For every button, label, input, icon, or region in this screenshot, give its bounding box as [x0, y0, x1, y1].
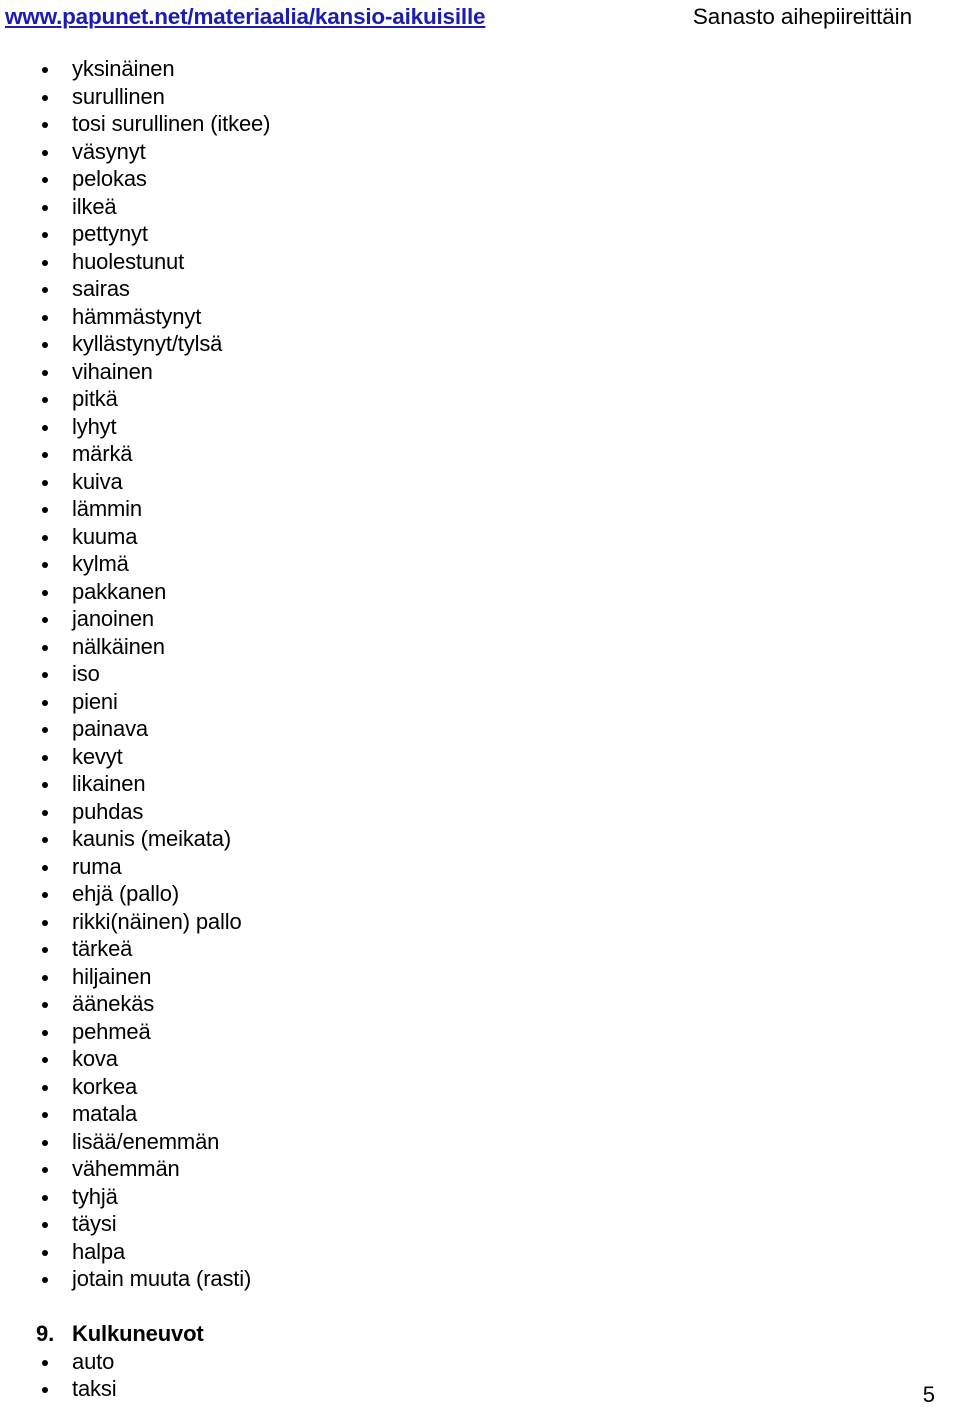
list-item: korkea — [0, 1073, 960, 1101]
list-item: väsynyt — [0, 138, 960, 166]
list-item: vihainen — [0, 358, 960, 386]
document-title: Sanasto aihepiireittäin — [692, 4, 912, 29]
document-content: yksinäinen surullinen tosi surullinen (itk… — [0, 55, 960, 1403]
list-item: pieni — [0, 688, 960, 716]
page-header: www.papunet.net/materiaalia/kansio-aikui… — [0, 0, 960, 42]
list-item: sairas — [0, 275, 960, 303]
list-item: kuiva — [0, 468, 960, 496]
list-item: vähemmän — [0, 1155, 960, 1183]
list-item: iso — [0, 660, 960, 688]
document-page: www.papunet.net/materiaalia/kansio-aikui… — [0, 0, 960, 1416]
list-item: äänekäs — [0, 990, 960, 1018]
list-item: tosi surullinen (itkee) — [0, 110, 960, 138]
list-item: hiljainen — [0, 963, 960, 991]
list-item: kaunis (meikata) — [0, 825, 960, 853]
list-item: huolestunut — [0, 248, 960, 276]
vocabulary-list: yksinäinen surullinen tosi surullinen (itk… — [0, 55, 960, 1403]
list-item: märkä — [0, 440, 960, 468]
list-item: kevyt — [0, 743, 960, 771]
page-number: 5 — [922, 1382, 935, 1407]
list-item: kuuma — [0, 523, 960, 551]
list-item: halpa — [0, 1238, 960, 1266]
list-item: rikki(näinen) pallo — [0, 908, 960, 936]
list-item: nälkäinen — [0, 633, 960, 661]
list-item: pehmeä — [0, 1018, 960, 1046]
list-item: kylmä — [0, 550, 960, 578]
section-number: 9. — [36, 1321, 55, 1346]
list-item: pelokas — [0, 165, 960, 193]
list-item: pettynyt — [0, 220, 960, 248]
list-item: yksinäinen — [0, 55, 960, 83]
list-item: tyhjä — [0, 1183, 960, 1211]
list-item: lisää/enemmän — [0, 1128, 960, 1156]
list-item: auto — [0, 1348, 960, 1376]
list-item: taksi — [0, 1375, 960, 1403]
list-item: hämmästynyt — [0, 303, 960, 331]
list-item: janoinen — [0, 605, 960, 633]
list-item: ehjä (pallo) — [0, 880, 960, 908]
list-item: painava — [0, 715, 960, 743]
list-item: pakkanen — [0, 578, 960, 606]
list-item: likainen — [0, 770, 960, 798]
list-item: matala — [0, 1100, 960, 1128]
list-item: lyhyt — [0, 413, 960, 441]
list-item: puhdas — [0, 798, 960, 826]
list-item: kyllästynyt/tylsä — [0, 330, 960, 358]
list-item: kova — [0, 1045, 960, 1073]
list-spacer — [0, 1293, 960, 1321]
section-heading-label: Kulkuneuvot — [72, 1321, 204, 1346]
list-item: pitkä — [0, 385, 960, 413]
list-item: tärkeä — [0, 935, 960, 963]
list-item: surullinen — [0, 83, 960, 111]
source-url-link[interactable]: www.papunet.net/materiaalia/kansio-aikui… — [5, 4, 486, 30]
section-heading: 9. Kulkuneuvot — [0, 1320, 960, 1348]
list-item: jotain muuta (rasti) — [0, 1265, 960, 1293]
list-item: ruma — [0, 853, 960, 881]
list-item: täysi — [0, 1210, 960, 1238]
list-item: ilkeä — [0, 193, 960, 221]
list-item: lämmin — [0, 495, 960, 523]
